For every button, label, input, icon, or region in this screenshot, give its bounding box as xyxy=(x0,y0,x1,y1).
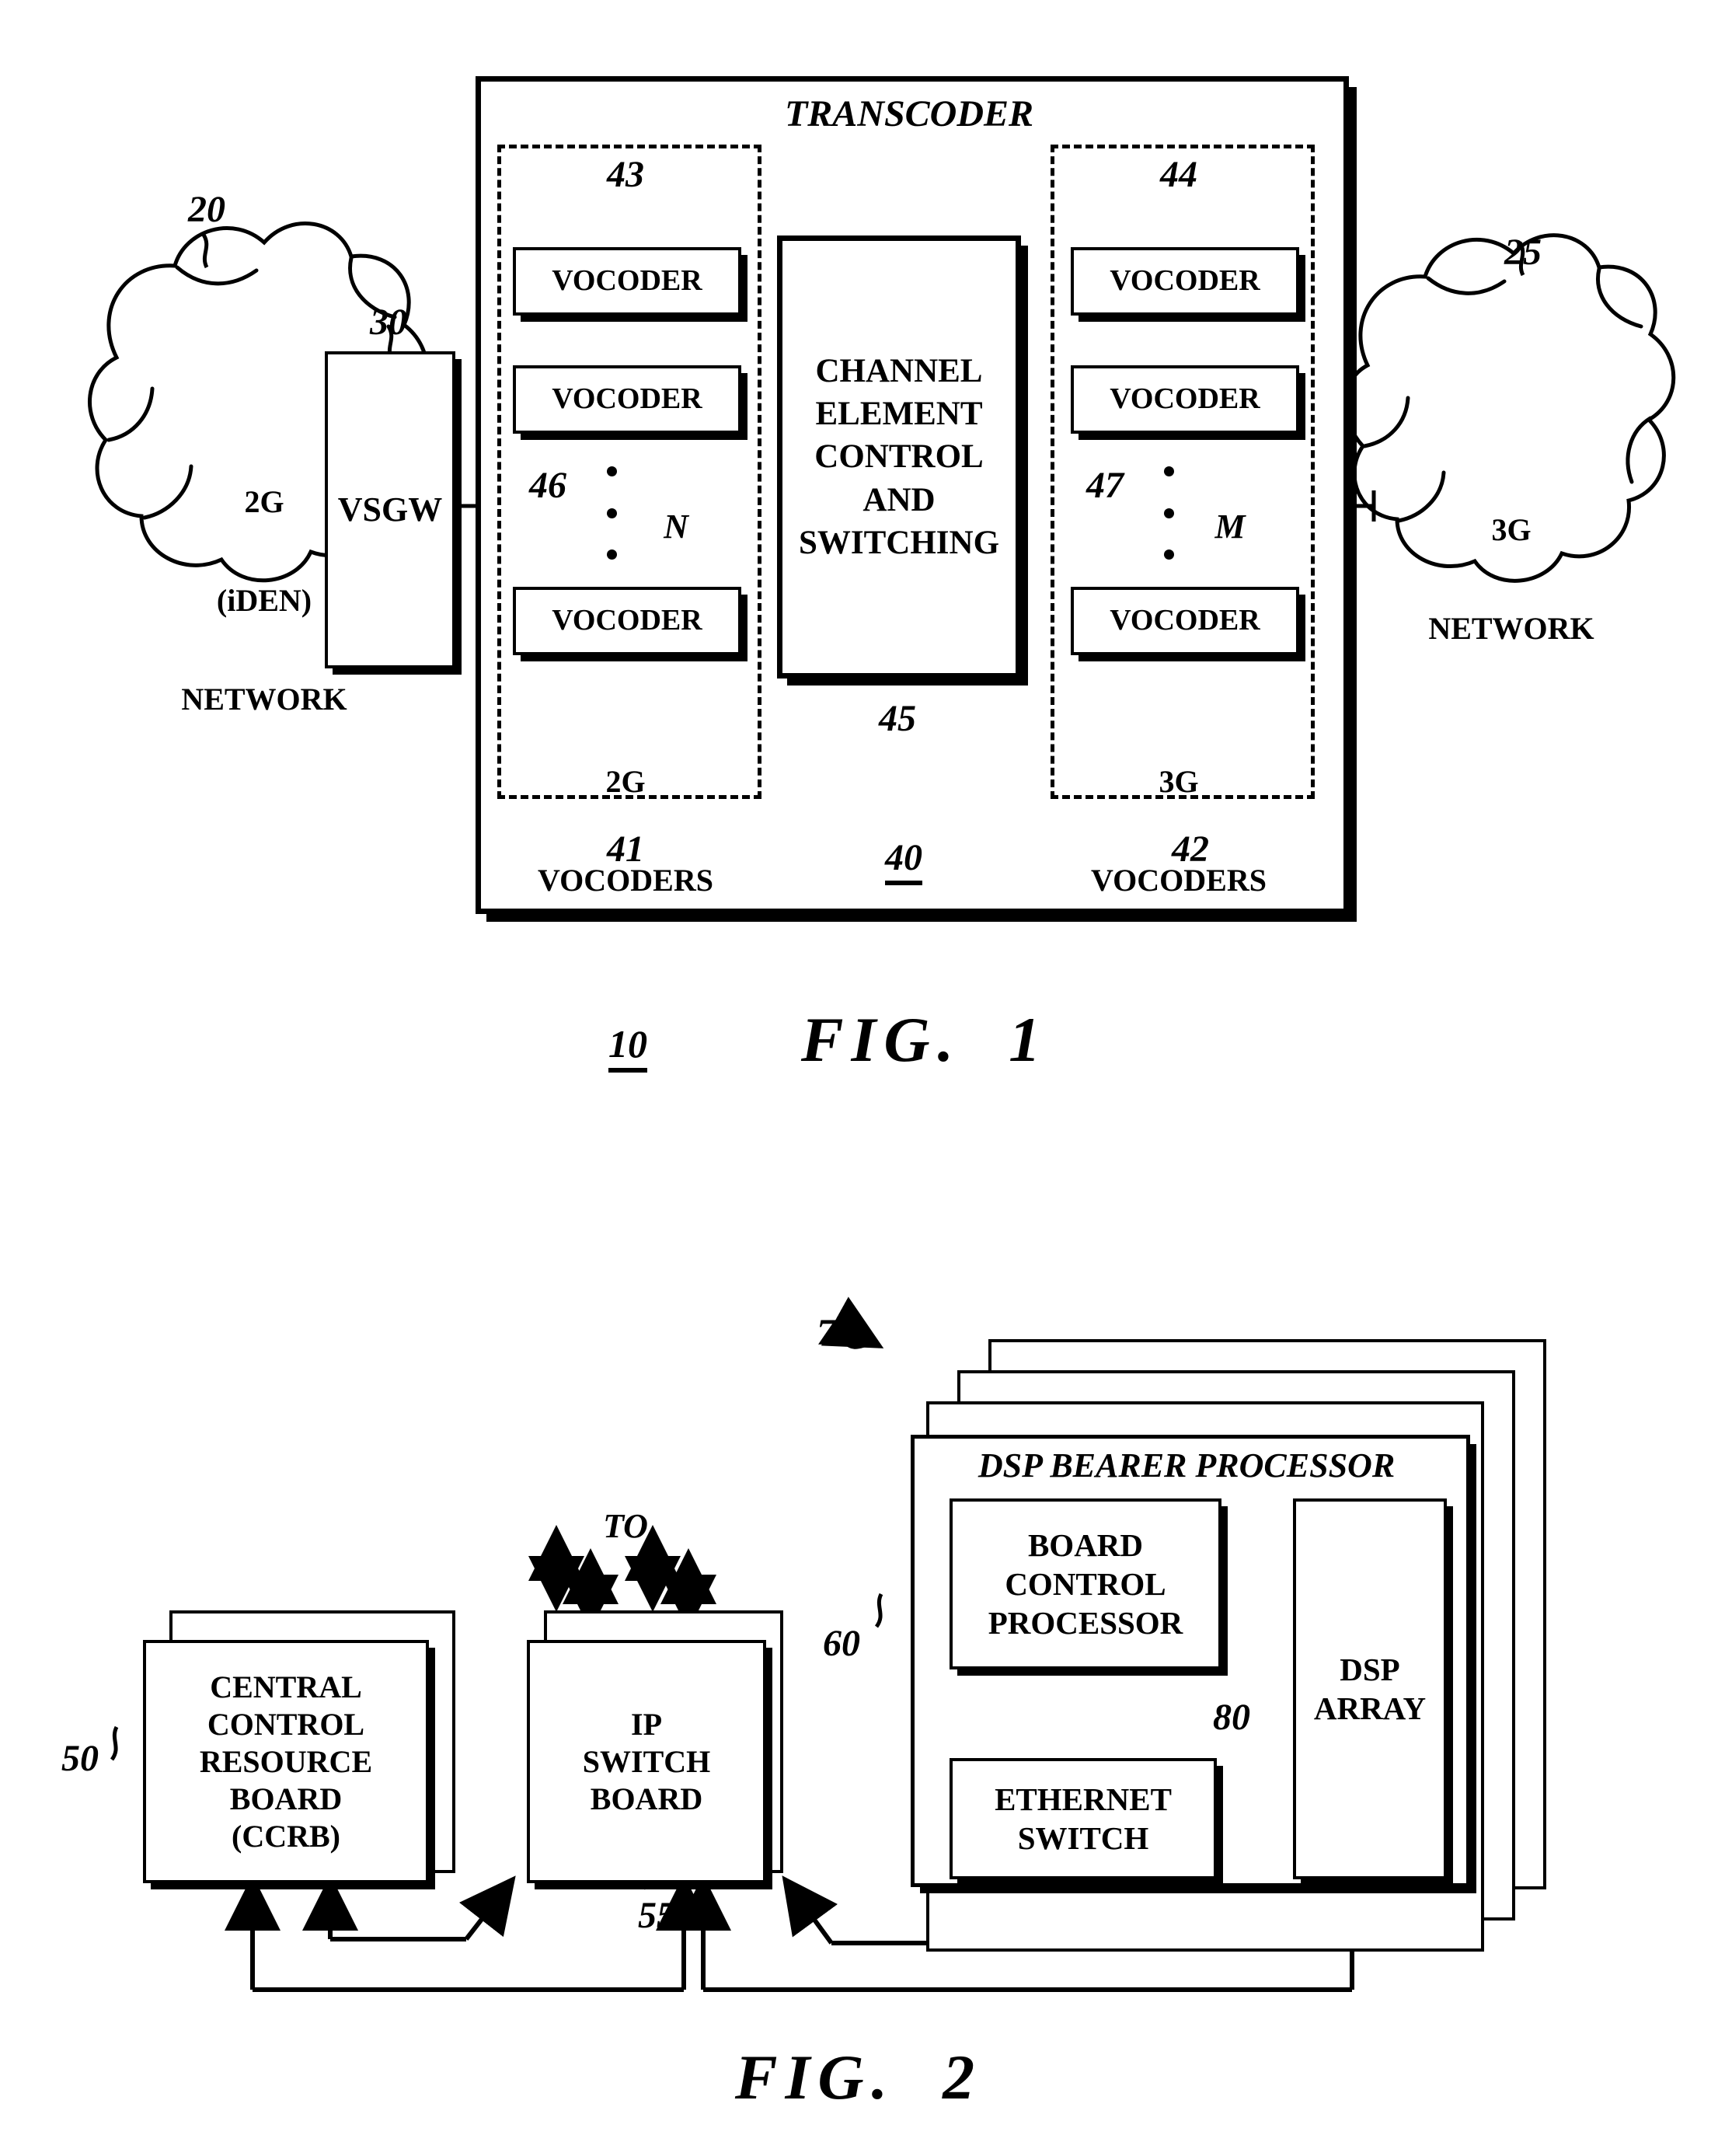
bcp-line1: BOARD xyxy=(1027,1526,1144,1563)
vocoder-2g-n-label: VOCODER xyxy=(552,604,702,637)
cloud-2g-line3: NETWORK xyxy=(181,682,347,717)
board-control-processor-block: BOARD CONTROL PROCESSOR xyxy=(950,1498,1221,1669)
vocoder-2g-n: VOCODER xyxy=(513,587,741,655)
cloud-3g-line1: 3G xyxy=(1491,511,1532,547)
ref-42: 42 xyxy=(1172,829,1209,870)
ref-41: 41 xyxy=(607,829,644,870)
ccrb-line1: CENTRAL xyxy=(210,1669,362,1704)
ref-40: 40 xyxy=(855,825,940,891)
ccrb-line5: (CCRB) xyxy=(232,1818,340,1854)
cloud-3g-line2: NETWORK xyxy=(1428,610,1594,646)
ref-80: 80 xyxy=(1213,1697,1250,1738)
vocoder-2g-2-label: VOCODER xyxy=(552,382,702,416)
vocoder-3g-1-label: VOCODER xyxy=(1110,264,1260,298)
bcp-line2: CONTROL xyxy=(1005,1565,1166,1602)
vertical-ellipsis-right xyxy=(1163,466,1174,560)
ccrb-block: CENTRAL CONTROL RESOURCE BOARD (CCRB) xyxy=(143,1640,429,1883)
dsp-bearer-processor-title: DSP BEARER PROCESSOR xyxy=(977,1446,1396,1484)
ccrb-line3: RESOURCE xyxy=(199,1743,373,1779)
ref-50: 50 xyxy=(61,1738,99,1779)
cecs-line3: CONTROL xyxy=(814,438,984,476)
ipsw-line2: SWITCH xyxy=(582,1743,711,1779)
ref-47: 47 xyxy=(1086,465,1124,506)
fig1-system-ref: 10 xyxy=(579,1010,664,1078)
ref-55: 55 xyxy=(638,1895,675,1936)
bcp-line3: PROCESSOR xyxy=(988,1605,1183,1641)
ref-46: 46 xyxy=(529,465,566,506)
vocoder-3g-1: VOCODER xyxy=(1071,247,1299,316)
fig1-caption: FIG. 1 xyxy=(800,1004,1049,1075)
fig2-caption: FIG. 2 xyxy=(734,2042,983,2112)
group-3g-label-line1: 3G xyxy=(1159,763,1199,799)
ccrb-line2: CONTROL xyxy=(207,1706,365,1742)
cecs-line2: ELEMENT xyxy=(815,396,983,433)
vocoder-3g-m: VOCODER xyxy=(1071,587,1299,655)
dsp-array-line2: ARRAY xyxy=(1313,1690,1427,1726)
ipsw-line1: IP xyxy=(631,1706,662,1742)
dsp-array-line1: DSP xyxy=(1340,1651,1400,1687)
dsp-array-block: DSP ARRAY xyxy=(1293,1498,1447,1879)
ip-switch-board-block: IP SWITCH BOARD xyxy=(527,1640,766,1883)
vocoder-3g-m-label: VOCODER xyxy=(1110,604,1260,637)
ref-45: 45 xyxy=(879,698,916,739)
ref-30: 30 xyxy=(370,302,407,343)
channel-element-control-switching-block: CHANNEL ELEMENT CONTROL AND SWITCHING xyxy=(777,235,1021,679)
vertical-ellipsis-left xyxy=(606,466,617,560)
ref-44: 44 xyxy=(1160,154,1197,195)
vocoder-3g-2-label: VOCODER xyxy=(1110,382,1260,416)
cecs-line4: AND xyxy=(862,481,936,518)
to-router-line1: TO xyxy=(603,1507,648,1546)
vocoder-2g-1: VOCODER xyxy=(513,247,741,316)
eth-line1: ETHERNET xyxy=(995,1781,1172,1817)
group-2g-label-line1: 2G xyxy=(605,763,646,799)
ref-n: N xyxy=(664,508,688,546)
vocoder-2g-2: VOCODER xyxy=(513,365,741,434)
cecs-line1: CHANNEL xyxy=(815,353,983,390)
patent-drawing-sheet: 2G (iDEN) NETWORK 20 VSGW 30 TRANSCODER … xyxy=(0,0,1718,2156)
ipsw-line3: BOARD xyxy=(590,1781,703,1816)
vsgw-label: VSGW xyxy=(337,490,443,529)
ref-75: 75 xyxy=(817,1312,854,1353)
ref-20: 20 xyxy=(188,189,225,230)
eth-line2: SWITCH xyxy=(1017,1820,1149,1856)
ref-43: 43 xyxy=(607,154,644,195)
vsgw-block: VSGW xyxy=(325,351,455,668)
transcoder-title: TRANSCODER xyxy=(784,93,1034,134)
ref-m: M xyxy=(1214,508,1246,546)
ccrb-line4: BOARD xyxy=(229,1781,343,1816)
cecs-line5: SWITCHING xyxy=(798,524,1000,561)
vocoder-2g-1-label: VOCODER xyxy=(552,264,702,298)
cloud-3g-label: 3G NETWORK xyxy=(1368,448,1655,711)
ref-60: 60 xyxy=(823,1623,860,1664)
ref-25: 25 xyxy=(1504,232,1542,273)
vocoder-3g-2: VOCODER xyxy=(1071,365,1299,434)
ethernet-switch-block: ETHERNET SWITCH xyxy=(950,1758,1217,1879)
